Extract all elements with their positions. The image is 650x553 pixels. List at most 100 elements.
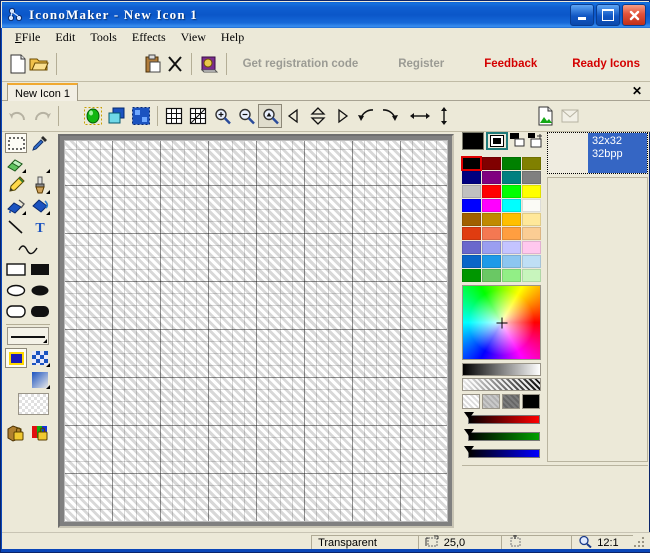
lock-color-button[interactable] xyxy=(29,423,51,443)
pixel-grid-button[interactable] xyxy=(186,104,210,128)
flip-horizontal-button[interactable] xyxy=(408,104,432,128)
color-swatch[interactable] xyxy=(502,255,521,268)
tool-brush[interactable] xyxy=(29,175,51,195)
open-icon-button[interactable] xyxy=(29,51,51,77)
color-swatch[interactable] xyxy=(482,199,501,212)
tab-new-icon-1[interactable]: New Icon 1 xyxy=(7,83,79,102)
tool-ellipse-filled[interactable] xyxy=(29,280,51,300)
ready-icons-button[interactable]: Ready Icons xyxy=(562,58,650,70)
color-swatch[interactable] xyxy=(502,227,521,240)
tool-rect-select[interactable] xyxy=(5,133,27,153)
color-swatch[interactable] xyxy=(522,213,541,226)
color-swatch[interactable] xyxy=(462,171,481,184)
resize-grip[interactable] xyxy=(633,536,647,550)
secondary-color-swatch[interactable] xyxy=(486,132,508,150)
flip-vertical-button[interactable] xyxy=(306,104,330,128)
green-channel-knob-icon[interactable] xyxy=(464,429,474,436)
new-icon-button[interactable] xyxy=(7,51,29,77)
pattern-swatch[interactable] xyxy=(462,394,480,409)
library-button[interactable] xyxy=(198,51,220,77)
color-swatch[interactable] xyxy=(502,213,521,226)
menu-effects[interactable]: Effects xyxy=(125,29,174,46)
tool-fill-pattern[interactable] xyxy=(5,196,27,216)
color-swatch[interactable] xyxy=(482,185,501,198)
zoom-fit-button[interactable] xyxy=(258,104,282,128)
image-layer-button[interactable] xyxy=(81,104,105,128)
tab-close-button[interactable]: ✕ xyxy=(632,85,642,97)
line-width-selector[interactable] xyxy=(7,327,49,345)
tool-ellipse-outline[interactable] xyxy=(5,280,27,300)
tool-paint-bucket[interactable] xyxy=(29,196,51,216)
color-swatch[interactable] xyxy=(482,269,501,282)
color-swatch[interactable] xyxy=(502,185,521,198)
copy-layer-button[interactable] xyxy=(105,104,129,128)
zoom-out-button[interactable] xyxy=(234,104,258,128)
color-swatch[interactable] xyxy=(482,241,501,254)
fill-pattern-swatch[interactable] xyxy=(29,348,51,368)
import-image-button[interactable] xyxy=(534,104,558,128)
grid-button[interactable] xyxy=(162,104,186,128)
foreground-background-icon[interactable] xyxy=(510,132,526,150)
icon-list-item-selected[interactable]: 32x32 32bpp xyxy=(588,133,647,173)
delete-button[interactable] xyxy=(164,51,186,77)
color-swatch[interactable] xyxy=(522,185,541,198)
blue-channel-knob-icon[interactable] xyxy=(464,446,474,453)
tool-eyedropper[interactable] xyxy=(29,133,51,153)
color-swatch[interactable] xyxy=(502,199,521,212)
color-swatch[interactable] xyxy=(462,241,481,254)
color-swatch[interactable] xyxy=(502,269,521,282)
color-swatch[interactable] xyxy=(522,227,541,240)
minimize-button[interactable] xyxy=(570,4,594,26)
color-swatch[interactable] xyxy=(482,227,501,240)
select-image-button[interactable] xyxy=(129,104,153,128)
menu-view[interactable]: View xyxy=(174,29,214,46)
color-swatch[interactable] xyxy=(522,241,541,254)
tool-eraser[interactable] xyxy=(5,154,27,174)
color-swatch[interactable] xyxy=(461,156,482,171)
paste-button[interactable] xyxy=(142,51,164,77)
redo-button[interactable] xyxy=(30,104,54,128)
color-swatch[interactable] xyxy=(502,241,521,254)
lock-image-button[interactable] xyxy=(5,423,27,443)
primary-color-swatch[interactable] xyxy=(462,132,484,150)
rotate-left-button[interactable] xyxy=(282,104,306,128)
tool-rectangle-filled[interactable] xyxy=(29,259,51,279)
color-swatch[interactable] xyxy=(522,269,541,282)
color-swatch[interactable] xyxy=(462,213,481,226)
menu-edit[interactable]: Edit xyxy=(48,29,83,46)
pattern-swatch[interactable] xyxy=(482,394,500,409)
color-swatch[interactable] xyxy=(522,157,541,170)
zoom-in-button[interactable] xyxy=(210,104,234,128)
red-channel-knob-icon[interactable] xyxy=(464,412,474,419)
transparent-swatch[interactable] xyxy=(18,393,49,415)
export-image-button[interactable] xyxy=(558,104,582,128)
color-swatch[interactable] xyxy=(482,213,501,226)
tool-rectangle-outline[interactable] xyxy=(5,259,27,279)
tool-text[interactable]: T xyxy=(29,217,51,237)
color-swatch[interactable] xyxy=(462,199,481,212)
color-swatch[interactable] xyxy=(482,157,501,170)
tool-airbrush-small[interactable] xyxy=(29,154,51,174)
color-swatch[interactable] xyxy=(482,171,501,184)
color-swatch[interactable] xyxy=(462,185,481,198)
undo-button[interactable] xyxy=(6,104,30,128)
color-swatch[interactable] xyxy=(522,255,541,268)
tool-roundrect-filled[interactable] xyxy=(29,301,51,321)
tool-pencil[interactable] xyxy=(5,175,27,195)
menu-file[interactable]: FFile xyxy=(8,29,48,46)
color-swatch[interactable] xyxy=(462,227,481,240)
grayscale-gradient[interactable] xyxy=(462,363,541,376)
maximize-button[interactable] xyxy=(596,4,620,26)
color-swatch[interactable] xyxy=(502,157,521,170)
pattern-swatch[interactable] xyxy=(522,394,540,409)
feedback-button[interactable]: Feedback xyxy=(474,58,547,70)
rotate-right-button[interactable] xyxy=(330,104,354,128)
color-swatch[interactable] xyxy=(502,171,521,184)
color-swatch[interactable] xyxy=(462,255,481,268)
fill-gradient-swatch[interactable] xyxy=(29,370,51,390)
tool-line[interactable] xyxy=(5,217,27,237)
rotate-cw-button[interactable] xyxy=(378,104,402,128)
pattern-swatch[interactable] xyxy=(502,394,520,409)
icon-canvas[interactable] xyxy=(64,140,448,522)
menu-help[interactable]: Help xyxy=(214,29,252,46)
